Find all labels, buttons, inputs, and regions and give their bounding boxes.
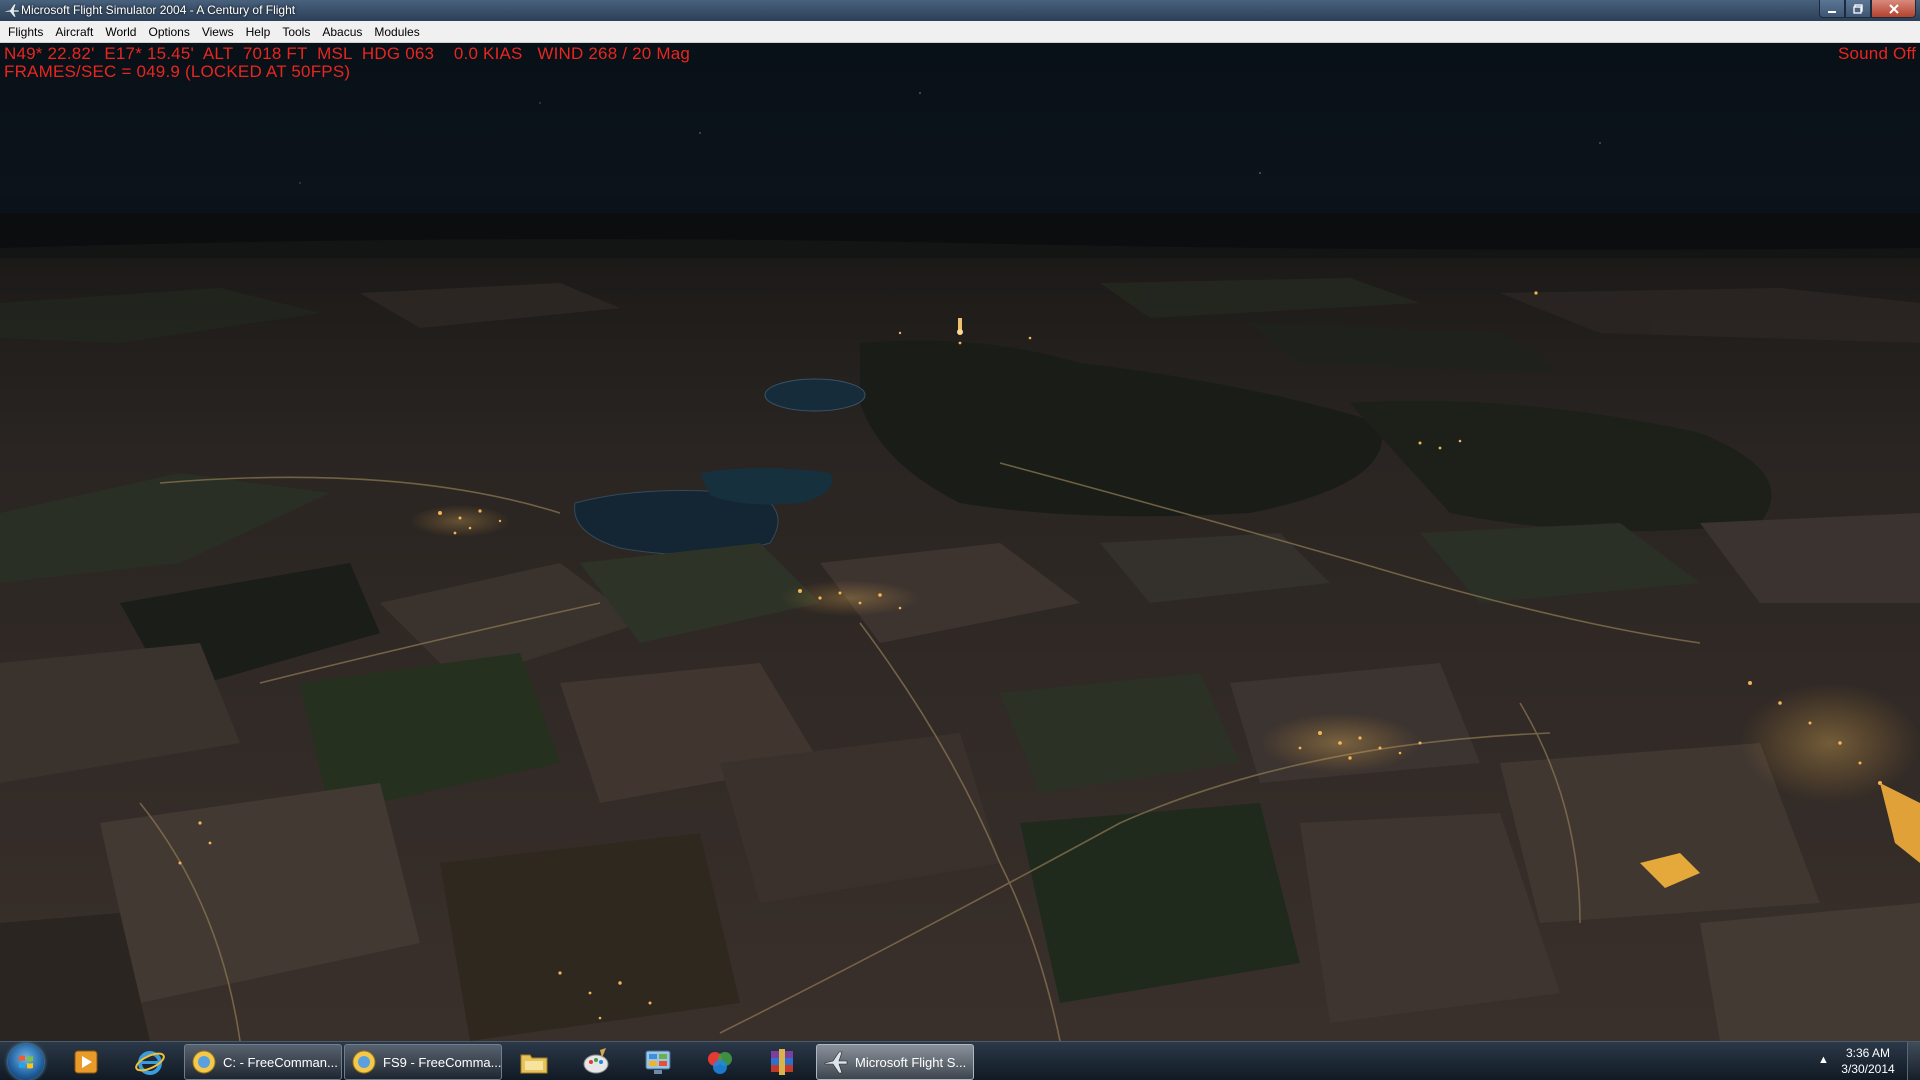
hud-frame-rate: FRAMES/SEC = 049.9 (LOCKED AT 50FPS) xyxy=(4,62,351,81)
menu-bar: Flights Aircraft World Options Views Hel… xyxy=(0,21,1920,43)
hud-sound-status: Sound Off xyxy=(1837,44,1916,63)
menu-aircraft[interactable]: Aircraft xyxy=(49,22,99,42)
taskbar-item-label: Microsoft Flight S... xyxy=(855,1054,967,1070)
close-icon xyxy=(1888,3,1899,14)
window-title: Microsoft Flight Simulator 2004 - A Cent… xyxy=(21,3,296,17)
close-button[interactable] xyxy=(1871,0,1916,18)
maximize-button[interactable] xyxy=(1845,0,1871,18)
system-clock[interactable]: 3:36 AM 3/30/2014 xyxy=(1830,1045,1906,1077)
start-button[interactable] xyxy=(8,1044,44,1080)
internet-explorer-icon xyxy=(135,1051,165,1075)
media-player-button[interactable] xyxy=(70,1046,102,1078)
paint-icon xyxy=(583,1048,609,1074)
show-hidden-icons-button[interactable]: ▲ xyxy=(1818,1054,1829,1066)
control-panel-icon xyxy=(645,1050,671,1074)
menu-tools[interactable]: Tools xyxy=(276,22,316,42)
menu-flights[interactable]: Flights xyxy=(2,22,49,42)
internet-explorer-button[interactable] xyxy=(134,1046,166,1078)
taskbar-item-label: C: - FreeComman... xyxy=(223,1054,338,1070)
flight-simulator-window: Microsoft Flight Simulator 2004 - A Cent… xyxy=(0,0,1920,1080)
colorful-app-icon xyxy=(708,1052,732,1074)
airplane-icon xyxy=(824,1051,848,1074)
winrar-icon xyxy=(771,1049,793,1075)
taskbar: C: - FreeComman... FS9 - FreeComma... Mi… xyxy=(0,1041,1920,1080)
minimize-button[interactable] xyxy=(1819,0,1845,18)
taskbar-item-label: FS9 - FreeComma... xyxy=(383,1054,502,1070)
control-panel-button[interactable] xyxy=(642,1046,674,1078)
maximize-icon xyxy=(1853,3,1863,14)
show-desktop-button[interactable] xyxy=(1907,1042,1920,1080)
winrar-button[interactable] xyxy=(766,1046,798,1078)
menu-abacus[interactable]: Abacus xyxy=(316,22,368,42)
menu-help[interactable]: Help xyxy=(240,22,277,42)
menu-world[interactable]: World xyxy=(99,22,142,42)
freecommander-icon xyxy=(352,1050,376,1074)
menu-modules[interactable]: Modules xyxy=(368,22,425,42)
media-player-icon xyxy=(74,1050,98,1074)
clock-date: 3/30/2014 xyxy=(1841,1062,1895,1076)
title-bar[interactable]: Microsoft Flight Simulator 2004 - A Cent… xyxy=(0,0,1920,21)
taskbar-item-flight-simulator[interactable]: Microsoft Flight S... xyxy=(816,1044,974,1080)
taskbar-item-freecommander-fs9[interactable]: FS9 - FreeComma... xyxy=(344,1044,502,1080)
paint-button[interactable] xyxy=(580,1046,612,1078)
file-explorer-button[interactable] xyxy=(518,1046,550,1078)
windows-start-icon xyxy=(19,1055,33,1069)
menu-views[interactable]: Views xyxy=(196,22,240,42)
airplane-icon xyxy=(4,3,20,18)
file-explorer-icon xyxy=(520,1054,548,1074)
menu-options[interactable]: Options xyxy=(142,22,195,42)
hud-position-readout: N49* 22.82' E17* 15.45' ALT 7018 FT MSL … xyxy=(4,44,691,63)
window-controls xyxy=(1819,0,1916,19)
taskbar-item-freecommander-c[interactable]: C: - FreeComman... xyxy=(184,1044,342,1080)
colorful-app-button[interactable] xyxy=(704,1046,736,1078)
flight-view[interactable]: N49* 22.82' E17* 15.45' ALT 7018 FT MSL … xyxy=(0,43,1920,1041)
terrain-view xyxy=(0,43,1920,1041)
minimize-icon xyxy=(1828,10,1836,13)
freecommander-icon xyxy=(192,1050,216,1074)
clock-time: 3:36 AM xyxy=(1845,1046,1891,1060)
